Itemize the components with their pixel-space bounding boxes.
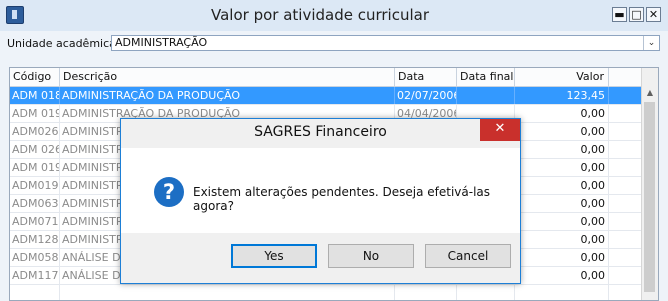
table-row[interactable]: ADM 018 ADMINISTRAÇÃO DA PRODUÇÃO 02/07/20… [10, 87, 644, 105]
yes-button[interactable]: Yes [231, 244, 317, 268]
dialog-title: SAGRES Financeiro [254, 124, 387, 140]
main-window: Valor por atividade curricular ▬ □ ✕ Uni… [0, 0, 668, 301]
cell-value: 0,00 [515, 267, 609, 284]
column-header-description[interactable]: Descrição [60, 68, 395, 86]
column-header-end-date[interactable]: Data final [457, 68, 515, 86]
cell-value: 0,00 [515, 105, 609, 122]
cell-code: ADM128 [12, 231, 60, 248]
cancel-button[interactable]: Cancel [425, 244, 511, 268]
cell-code: ADM 019 [12, 159, 60, 176]
scroll-thumb[interactable] [644, 102, 655, 292]
column-header-value[interactable]: Valor [515, 68, 609, 86]
window-title: Valor por atividade curricular [211, 6, 429, 24]
unit-label: Unidade acadêmica: [7, 37, 120, 50]
title-bar[interactable]: Valor por atividade curricular ▬ □ ✕ [0, 0, 668, 31]
unit-select[interactable]: ADMINISTRAÇÃO ⌄ [111, 35, 660, 51]
cell-value: 0,00 [515, 213, 609, 230]
scroll-up-icon[interactable]: ▲ [642, 85, 658, 101]
cell-end-date [457, 87, 515, 104]
cell-code: ADM063 [12, 195, 60, 212]
cell-end-date [457, 285, 515, 300]
cell-value: 0,00 [515, 177, 609, 194]
cell-code: ADM 018 [12, 87, 60, 104]
chevron-down-icon[interactable]: ⌄ [643, 36, 659, 50]
cell-code: ADM 026 [12, 141, 60, 158]
table-row[interactable] [10, 285, 644, 300]
cell-value [515, 285, 609, 300]
cell-value: 0,00 [515, 123, 609, 140]
confirm-dialog: SAGRES Financeiro ✕ ? Existem alterações… [120, 118, 521, 284]
cell-code: ADM117 [12, 267, 60, 284]
cell-code [10, 285, 60, 300]
minimize-button[interactable]: ▬ [612, 7, 627, 22]
cell-code: ADM 019 [12, 105, 60, 122]
vertical-scrollbar[interactable]: ▲ [641, 68, 658, 300]
cell-description: ADMINISTRAÇÃO DA PRODUÇÃO [60, 87, 395, 104]
cell-value: 0,00 [515, 195, 609, 212]
maximize-button[interactable]: □ [629, 7, 644, 22]
column-header-code[interactable]: Código [10, 68, 60, 86]
cell-value: 123,45 [515, 87, 609, 104]
question-icon: ? [154, 177, 184, 207]
column-header-start-date[interactable]: Data inicial [395, 68, 457, 101]
dialog-footer: Yes No Cancel [121, 233, 520, 283]
dialog-title-bar[interactable]: SAGRES Financeiro ✕ [121, 119, 520, 148]
cell-code: ADM026 [12, 123, 60, 140]
unit-select-value: ADMINISTRAÇÃO [115, 36, 208, 49]
close-button[interactable]: ✕ [646, 7, 661, 22]
cell-code: ADM019 [12, 177, 60, 194]
cell-value: 0,00 [515, 231, 609, 248]
cell-code: ADM058 [12, 249, 60, 266]
no-button[interactable]: No [328, 244, 414, 268]
dialog-close-button[interactable]: ✕ [480, 119, 520, 141]
cell-value: 0,00 [515, 141, 609, 158]
cell-value: 0,00 [515, 159, 609, 176]
cell-description [60, 285, 395, 300]
dialog-message: Existem alterações pendentes. Deseja efe… [193, 185, 491, 213]
cell-value: 0,00 [515, 249, 609, 266]
grid-header: Código Descrição Data inicial Data final… [10, 68, 644, 101]
cell-start-date [395, 285, 457, 300]
cell-code: ADM071 [12, 213, 60, 230]
cell-start-date: 02/07/2006 [397, 87, 457, 104]
